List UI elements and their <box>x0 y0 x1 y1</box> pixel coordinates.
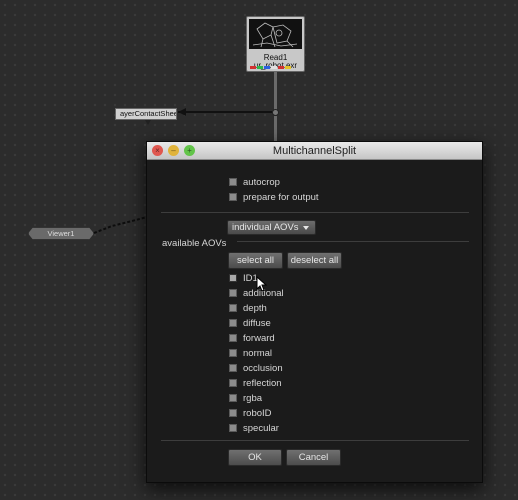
aov-checkbox[interactable] <box>229 274 237 282</box>
option-label: prepare for output <box>243 191 319 203</box>
aov-checkbox[interactable] <box>229 364 237 372</box>
dialog-titlebar[interactable]: × – + MultichannelSplit <box>147 142 482 160</box>
aov-item[interactable]: occlusion <box>229 362 283 374</box>
contact-sheet-input-arrow <box>145 120 151 125</box>
available-aovs-label: available AOVs <box>162 238 227 249</box>
aov-label: roboID <box>243 407 272 419</box>
aov-label: depth <box>243 302 267 314</box>
aov-label: occlusion <box>243 362 283 374</box>
aov-label: diffuse <box>243 317 271 329</box>
chevron-down-icon <box>303 226 309 230</box>
multichannel-split-dialog: × – + MultichannelSplit autocrop prepare… <box>146 141 483 483</box>
dot-node[interactable] <box>272 109 279 116</box>
read-output-pipe <box>274 72 277 110</box>
aov-checkbox[interactable] <box>229 304 237 312</box>
channel-chip <box>278 66 284 69</box>
select-all-button[interactable]: select all <box>228 252 283 269</box>
option-prepare-for-output[interactable]: prepare for output <box>229 191 319 203</box>
aov-item[interactable]: normal <box>229 347 272 359</box>
aov-label: forward <box>243 332 275 344</box>
aov-checkbox[interactable] <box>229 379 237 387</box>
aov-checkbox[interactable] <box>229 409 237 417</box>
aov-checkbox[interactable] <box>229 424 237 432</box>
read-node-channels <box>250 66 291 69</box>
cancel-button[interactable]: Cancel <box>286 449 341 466</box>
channel-chip <box>264 66 270 69</box>
deselect-all-button[interactable]: deselect all <box>287 252 342 269</box>
separator <box>161 212 469 213</box>
aov-item[interactable]: ID1 <box>229 272 258 284</box>
aov-mode-value: individual AOVs <box>232 222 299 233</box>
channel-chip <box>285 66 291 69</box>
channel-chip <box>250 66 256 69</box>
aov-mode-dropdown[interactable]: individual AOVs <box>227 220 316 235</box>
option-autocrop[interactable]: autocrop <box>229 176 280 188</box>
aov-item[interactable]: rgba <box>229 392 262 404</box>
aov-label: rgba <box>243 392 263 404</box>
aov-item[interactable]: forward <box>229 332 275 344</box>
read-node-thumbnail <box>249 19 302 49</box>
robot-thumbnail-image <box>252 22 298 48</box>
option-checkbox[interactable] <box>229 178 237 186</box>
aov-label: specular <box>243 422 279 434</box>
separator <box>237 241 469 242</box>
option-label: autocrop <box>243 176 280 188</box>
aov-checkbox[interactable] <box>229 289 237 297</box>
aov-item[interactable]: reflection <box>229 377 282 389</box>
separator <box>161 440 469 441</box>
viewer-node[interactable]: Viewer1 <box>28 227 94 240</box>
channel-chip <box>271 66 277 69</box>
aov-item[interactable]: roboID <box>229 407 272 419</box>
aov-item[interactable]: diffuse <box>229 317 271 329</box>
contact-sheet-node[interactable]: ayerContactSheet <box>115 108 177 120</box>
aov-checkbox[interactable] <box>229 334 237 342</box>
aov-checkbox[interactable] <box>229 349 237 357</box>
aov-label: normal <box>243 347 273 359</box>
read-node[interactable]: Read1 ur_robot.exr <box>246 16 305 72</box>
mouse-cursor-icon <box>256 276 268 292</box>
aov-item[interactable]: depth <box>229 302 267 314</box>
aov-label: reflection <box>243 377 282 389</box>
option-checkbox[interactable] <box>229 193 237 201</box>
aov-item[interactable]: specular <box>229 422 279 434</box>
dialog-title: MultichannelSplit <box>272 145 357 157</box>
read-output-pipe-lower <box>274 116 277 142</box>
channel-chip <box>257 66 263 69</box>
aov-checkbox[interactable] <box>229 319 237 327</box>
ok-button[interactable]: OK <box>228 449 282 466</box>
aov-checkbox[interactable] <box>229 394 237 402</box>
